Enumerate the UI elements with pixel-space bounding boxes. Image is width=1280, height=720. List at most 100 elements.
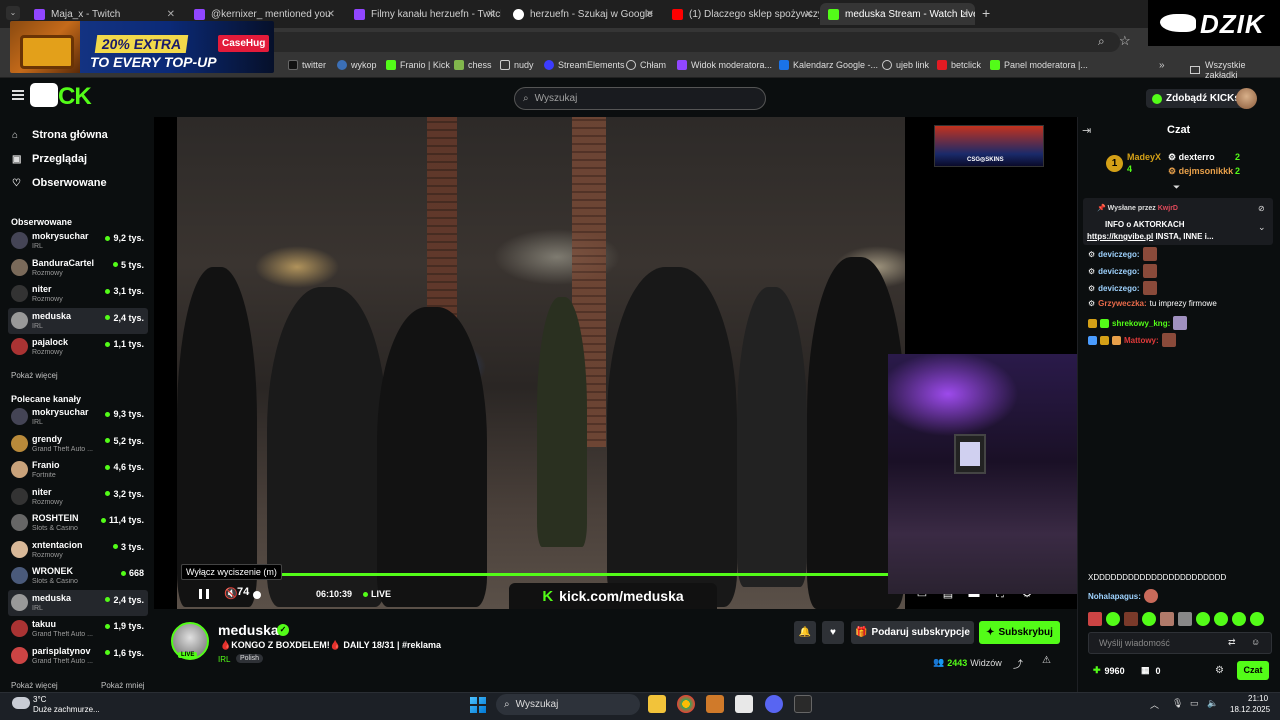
notifications-bell-icon[interactable]: 🔔 xyxy=(794,621,816,644)
show-less-link[interactable]: Pokaż mniej xyxy=(101,681,145,690)
language-tag[interactable]: Polish xyxy=(236,654,264,663)
bookmark-item[interactable]: Widok moderatora... xyxy=(677,60,772,70)
chat-username[interactable]: deviczego: xyxy=(1098,267,1139,276)
search-input[interactable]: ⌕ Wyszukaj xyxy=(514,87,766,110)
sidebar-channel-item[interactable]: BanduraCartel Rozmowy 5 tys. xyxy=(8,255,148,281)
weather-temperature[interactable]: 3°C xyxy=(33,695,46,704)
boxes-counter[interactable]: ▦ 0 xyxy=(1141,665,1161,676)
sidebar-channel-item[interactable]: WRONEK Slots & Casino 668 xyxy=(8,563,148,589)
muted-speaker-icon[interactable]: 🔇 xyxy=(224,587,238,600)
clock-date[interactable]: 18.12.2025 xyxy=(1230,705,1270,714)
gift-subscription-button[interactable]: 🎁 Podaruj subskrypcje xyxy=(851,621,974,644)
address-input[interactable] xyxy=(250,32,1120,52)
translate-icon[interactable]: ⇄ xyxy=(1228,637,1236,648)
chevron-down-icon[interactable]: ⌄ xyxy=(1258,222,1266,233)
close-tab-icon[interactable]: ✕ xyxy=(961,9,969,20)
sidebar-channel-item[interactable]: mokrysuchar IRL 9,3 tys. xyxy=(8,404,148,430)
chat-settings-gear-icon[interactable]: ⚙ xyxy=(1215,665,1224,676)
pause-icon[interactable] xyxy=(199,589,209,599)
clock-time[interactable]: 21:10 xyxy=(1248,694,1268,703)
app-icon[interactable] xyxy=(735,695,753,713)
sidebar-channel-item[interactable]: meduska IRL 2,4 tys. xyxy=(8,307,148,334)
chat-username[interactable]: deviczego: xyxy=(1098,250,1139,259)
emote-button[interactable] xyxy=(1142,612,1156,626)
epic-games-icon[interactable] xyxy=(794,695,812,713)
tray-chevron-up-icon[interactable]: ︿ xyxy=(1150,698,1159,711)
sidebar-channel-item[interactable]: niter Rozmowy 3,2 tys. xyxy=(8,484,148,510)
show-more-recommended-link[interactable]: Pokaż więcej xyxy=(11,681,58,690)
bookmark-item[interactable]: StreamElements xyxy=(544,60,625,70)
bookmark-item[interactable]: Panel moderatora |... xyxy=(990,60,1088,70)
emote-button[interactable] xyxy=(1214,612,1228,626)
sidebar-channel-item[interactable]: pajalock Rozmowy 1,1 tys. xyxy=(8,334,148,360)
chat-username[interactable]: deviczego: xyxy=(1098,284,1139,293)
emote-button[interactable] xyxy=(1124,612,1138,626)
emote-button[interactable] xyxy=(1160,612,1174,626)
streamer-name[interactable]: meduska xyxy=(218,622,279,638)
nav-following[interactable]: ♡ Obserwowane xyxy=(12,177,107,189)
stream-category-link[interactable]: IRL xyxy=(218,655,230,664)
subscribe-button[interactable]: ✦ Subskrybuj xyxy=(979,621,1060,644)
channel-points[interactable]: ✚ 9960 xyxy=(1093,665,1125,676)
discord-icon[interactable] xyxy=(765,695,783,713)
search-icon[interactable]: ⌕ xyxy=(1098,34,1105,49)
emote-button[interactable] xyxy=(1088,612,1102,626)
app-icon[interactable] xyxy=(706,695,724,713)
bookmarks-overflow-chevron-icon[interactable]: » xyxy=(1159,60,1165,71)
sidebar-channel-item[interactable]: mokrysuchar IRL 9,2 tys. xyxy=(8,228,148,254)
close-tab-icon[interactable]: ✕ xyxy=(327,9,335,20)
microphone-icon[interactable]: 🎙 xyxy=(1172,698,1183,709)
kick-logo[interactable] xyxy=(30,83,58,107)
file-explorer-icon[interactable] xyxy=(648,695,666,713)
chat-username[interactable]: Mattowy: xyxy=(1124,336,1159,345)
close-tab-icon[interactable]: ✕ xyxy=(167,9,175,20)
bookmark-item[interactable]: wykop xyxy=(337,60,377,70)
browser-tab-active[interactable]: meduska Stream - Watch Live o ✕ xyxy=(820,3,975,25)
bookmark-item[interactable]: Franio | Kick xyxy=(386,60,450,70)
show-more-followed-link[interactable]: Pokaż więcej xyxy=(11,371,58,380)
bookmark-item[interactable]: Kalendarz Google -... xyxy=(779,60,878,70)
leaderboard-user[interactable]: MadeyX xyxy=(1127,152,1161,162)
chrome-icon[interactable] xyxy=(677,695,695,713)
sidebar-channel-item[interactable]: ROSHTEIN Slots & Casino 11,4 tys. xyxy=(8,510,148,536)
close-tab-icon[interactable]: ✕ xyxy=(805,9,813,20)
taskbar-search[interactable]: ⌕ Wyszukaj xyxy=(496,694,640,715)
leaderboard-user[interactable]: ⚙ dexterro xyxy=(1168,152,1215,163)
emote-button[interactable] xyxy=(1250,612,1264,626)
get-kicks-button[interactable]: Zdobądź KICKs xyxy=(1146,89,1246,108)
bookmark-item[interactable]: twitter xyxy=(288,60,326,70)
follow-heart-icon[interactable]: ♥ xyxy=(822,621,844,644)
bookmark-item[interactable]: chess xyxy=(454,60,492,70)
leaderboard-user[interactable]: ⚙ dejmsonikkk xyxy=(1168,166,1233,177)
chat-send-button[interactable]: Czat xyxy=(1237,661,1269,680)
report-warning-icon[interactable]: ⚠ xyxy=(1042,655,1051,666)
pinned-by-user[interactable]: KwjrD xyxy=(1158,205,1178,212)
tab-search-menu-icon[interactable]: ⌄ xyxy=(6,6,20,20)
chat-message-input[interactable]: Wyślij wiadomość xyxy=(1088,632,1272,654)
bookmark-star-icon[interactable]: ☆ xyxy=(1119,33,1131,49)
emote-button[interactable] xyxy=(1106,612,1120,626)
share-icon[interactable]: ⤴ xyxy=(1013,656,1023,671)
user-avatar[interactable] xyxy=(1236,88,1257,109)
bookmark-item[interactable]: betclick xyxy=(937,60,981,70)
emote-button[interactable] xyxy=(1196,612,1210,626)
leaderboard-expand-icon[interactable]: ⏷ xyxy=(1173,182,1180,193)
pinned-link[interactable]: https://kngvibe.pl xyxy=(1087,232,1153,241)
display-icon[interactable]: ▭ xyxy=(1190,698,1199,709)
sidebar-channel-item[interactable]: parisplatynov Grand Theft Auto ... 1,6 tys… xyxy=(8,643,148,669)
all-bookmarks-button[interactable]: Wszystkie zakładki xyxy=(1190,60,1280,80)
browser-tab[interactable]: herzuefn - Szukaj w Google ✕ xyxy=(505,3,660,25)
chat-username[interactable]: Nohalapagus: xyxy=(1088,592,1141,601)
volume-icon[interactable]: 🔈 xyxy=(1207,698,1218,709)
cloud-icon[interactable] xyxy=(12,697,30,709)
bookmark-item[interactable]: ujeb link xyxy=(882,60,929,70)
sidebar-channel-item[interactable]: takuu Grand Theft Auto ... 1,9 tys. xyxy=(8,616,148,642)
browser-tab[interactable]: (1) Dlaczego sklep spożywczy u ✕ xyxy=(664,3,819,25)
bookmark-item[interactable]: Chłam xyxy=(626,60,666,70)
sidebar-channel-item[interactable]: xntentacion Rozmowy 3 tys. xyxy=(8,537,148,563)
sidebar-channel-item[interactable]: meduska IRL 2,4 tys. xyxy=(8,589,148,616)
chat-username[interactable]: Grzyweczka: xyxy=(1098,299,1146,308)
new-tab-button[interactable]: + xyxy=(982,5,990,21)
sidebar-channel-item[interactable]: niter Rozmowy 3,1 tys. xyxy=(8,281,148,307)
browser-tab[interactable]: Filmy kanału herzuefn - Twitch ✕ xyxy=(346,3,501,25)
